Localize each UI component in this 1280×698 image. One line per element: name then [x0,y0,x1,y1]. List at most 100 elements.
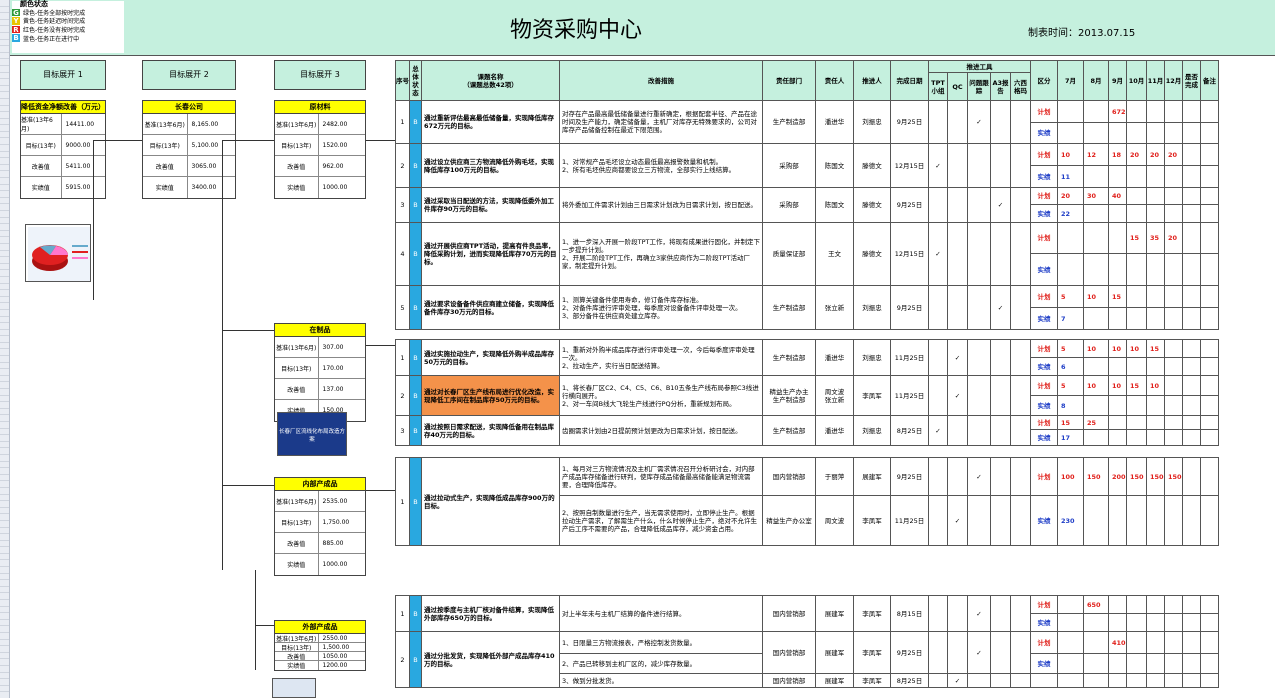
row-number-cell[interactable] [0,495,9,502]
row-number-cell[interactable] [0,106,9,113]
row-number-cell[interactable] [0,620,9,627]
row-number-cell[interactable] [0,448,9,455]
row-number-cell[interactable] [0,422,9,429]
row-number-cell[interactable] [0,396,9,403]
row-number-cell[interactable] [0,462,9,469]
row-number-cell[interactable] [0,686,9,693]
row-number-cell[interactable] [0,224,9,231]
row-number-cell[interactable] [0,7,9,14]
row-number-cell[interactable] [0,290,9,297]
row-number-cell[interactable] [0,481,9,488]
table-row[interactable]: 1 B 通过重新评估最高最低储备量，实现降低库存672万元的目标。 对存在产品最高最低… [395,100,1219,144]
row-number-cell[interactable] [0,442,9,449]
row-number-cell[interactable] [0,488,9,495]
row-number-cell[interactable] [0,673,9,680]
row-number-cell[interactable] [0,185,9,192]
small-thumbnail[interactable] [272,678,316,698]
row-number-cell[interactable] [0,349,9,357]
row-number-cell[interactable] [0,13,9,20]
row-number-cell[interactable] [0,237,9,244]
row-number-cell[interactable] [0,138,9,146]
row-number-cell[interactable] [0,534,9,541]
table-row[interactable]: 2 B 通过设立供应商三方物流降低外购毛坯，实现降低库存100万元的目标。 1、对常规… [395,143,1219,188]
row-number-cell[interactable] [0,554,9,561]
row-number-cell[interactable] [0,389,9,396]
row-number-cell[interactable] [0,66,9,73]
row-number-cell[interactable] [0,257,9,264]
row-number-cell[interactable] [0,125,9,132]
table-row[interactable]: 2 B 通过对长春厂区生产线布局进行优化改造，实现降低工序间在制品库存50万元的目标… [395,375,1219,416]
row-number-cell[interactable] [0,20,9,27]
row-number-cell[interactable] [0,251,9,258]
row-number-cell[interactable] [0,73,9,80]
row-number-cell[interactable] [0,323,9,330]
row-number-cell[interactable] [0,198,9,205]
row-number-cell[interactable] [0,46,9,53]
row-number-cell[interactable] [0,455,9,462]
row-number-cell[interactable] [0,356,9,363]
table-row[interactable]: 3 B 通过按照日需求配送，实现降低备用在制品库存40万元的目标。 齿圈需求计划由2日… [395,415,1219,446]
row-number-cell[interactable] [0,79,9,86]
row-number-cell[interactable] [0,514,9,521]
row-number-cell[interactable] [0,158,9,165]
row-number-cell[interactable] [0,231,9,238]
row-number-cell[interactable] [0,0,9,7]
row-number-cell[interactable] [0,376,9,383]
row-number-cell[interactable] [0,528,9,535]
table-row[interactable]: 1 B 通过按季度与主机厂核对备件结算，实现降低外部库存650万的目标。 对上半年未与… [395,595,1219,632]
row-number-cell[interactable] [0,633,9,640]
row-number-cell[interactable] [0,303,9,310]
row-number-cell[interactable] [0,264,9,271]
row-number-cell[interactable] [0,429,9,436]
row-number-cell[interactable] [0,653,9,660]
row-number-cell[interactable] [0,112,9,119]
table-row[interactable]: 3 B 通过采取当日配送的方法，实现降低委外加工件库存90万元的目标。 将外委加工件需… [395,187,1219,223]
row-number-cell[interactable] [0,211,9,218]
row-number-cell[interactable] [0,99,9,106]
row-number-cell[interactable] [0,475,9,482]
row-number-cell[interactable] [0,119,9,126]
row-number-cell[interactable] [0,132,9,139]
row-number-cell[interactable] [0,613,9,620]
row-number-cell[interactable] [0,59,9,66]
row-number-cell[interactable] [0,415,9,422]
row-number-cell[interactable] [0,165,9,172]
row-number-cell[interactable] [0,171,9,179]
row-number-cell[interactable] [0,284,9,291]
row-number-cell[interactable] [0,92,9,99]
row-number-cell[interactable] [0,508,9,515]
row-number-cell[interactable] [0,593,9,601]
row-number-cell[interactable] [0,587,9,594]
row-number-cell[interactable] [0,659,9,666]
row-number-cell[interactable] [0,646,9,653]
row-number-cell[interactable] [0,580,9,587]
row-number-cell[interactable] [0,178,9,185]
row-number-cell[interactable] [0,547,9,554]
row-number-cell[interactable] [0,336,9,343]
table-row[interactable]: 1 B 通过拉动式生产，实现降低成品库存900万的目标。 1、每月对三方物流情况及主机… [395,457,1219,546]
row-number-cell[interactable] [0,152,9,159]
row-number-cell[interactable] [0,666,9,673]
row-number-cell[interactable] [0,369,9,376]
row-number-cell[interactable] [0,317,9,324]
row-number-cell[interactable] [0,26,9,33]
row-number-cell[interactable] [0,567,9,574]
row-number-cell[interactable] [0,86,9,93]
row-number-cell[interactable] [0,204,9,211]
row-number-cell[interactable] [0,218,9,225]
row-number-cell[interactable] [0,310,9,317]
table-row[interactable]: 1 B 通过实施拉动生产，实现降低外购半成品库存50万元的目标。 1、重新对外购半成品… [395,339,1219,376]
row-number-cell[interactable] [0,679,9,686]
table-row[interactable]: 5 B 通过要求设备备件供应商建立储备，实现降低备件库存30万元的目标。 1、测算关键… [395,285,1219,330]
row-number-cell[interactable] [0,574,9,581]
row-number-cell[interactable] [0,521,9,528]
row-number-cell[interactable] [0,409,9,416]
row-number-cell[interactable] [0,363,9,370]
row-number-cell[interactable] [0,191,9,198]
row-number-cell[interactable] [0,626,9,633]
table-row[interactable]: 4 B 通过开展供应商TPT活动，提高有件良品率，降低采购计划，进而实现降低库存70… [395,222,1219,286]
row-number-cell[interactable] [0,382,9,390]
row-number-cell[interactable] [0,244,9,251]
row-number-cell[interactable] [0,435,9,442]
row-number-cell[interactable] [0,560,9,568]
